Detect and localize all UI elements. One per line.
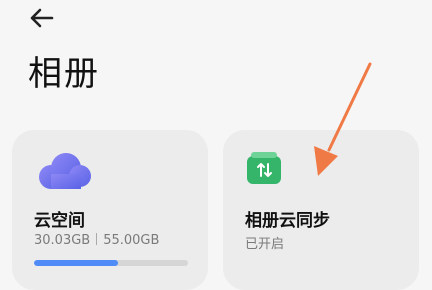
sync-arrows-icon <box>247 152 283 190</box>
album-sync-title: 相册云同步 <box>245 211 330 231</box>
arrow-left-icon <box>30 8 54 28</box>
page-title: 相册 <box>28 54 100 94</box>
storage-total: 55.00GB <box>103 233 160 248</box>
back-button[interactable] <box>26 4 58 32</box>
cloud-space-title: 云空间 <box>34 211 85 231</box>
cloud-space-card[interactable]: 云空间 30.03GB 55.00GB <box>12 130 208 290</box>
storage-used: 30.03GB <box>34 233 91 248</box>
storage-progress-fill <box>34 260 119 266</box>
storage-progress-track <box>34 260 188 266</box>
album-sync-status: 已开启 <box>245 237 285 252</box>
cloud-icon <box>36 152 96 196</box>
album-sync-card[interactable]: 相册云同步 已开启 <box>223 130 419 290</box>
storage-usage: 30.03GB 55.00GB <box>34 233 159 248</box>
usage-divider <box>96 233 98 245</box>
